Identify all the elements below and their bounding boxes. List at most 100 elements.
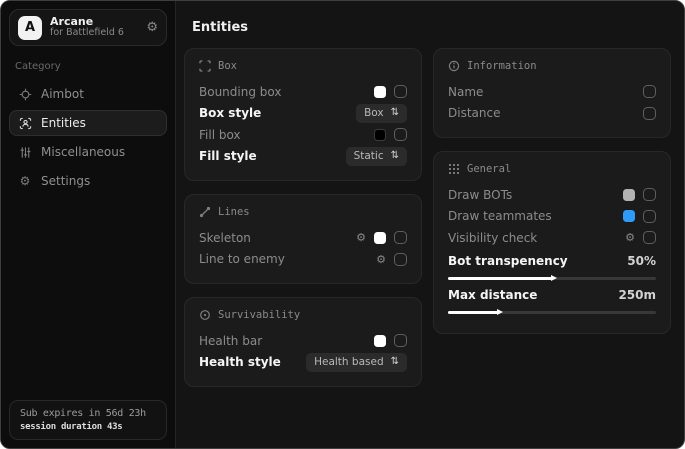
row-bot-transpenency: Bot transpenency 50% bbox=[448, 252, 656, 280]
row-label: Name bbox=[448, 85, 483, 99]
slider-fill bbox=[448, 311, 498, 314]
dropdown-box-style[interactable]: Box ⇅ bbox=[356, 104, 407, 123]
row-label: Distance bbox=[448, 106, 500, 120]
row-health-bar: Health bar bbox=[199, 330, 407, 352]
checkbox-visibility-check[interactable] bbox=[643, 231, 656, 244]
checkbox-draw-teammates[interactable] bbox=[643, 210, 656, 223]
color-swatch-skeleton[interactable] bbox=[374, 232, 386, 244]
panel-information: Information Name Distance bbox=[433, 48, 671, 138]
dropdown-fill-style[interactable]: Static ⇅ bbox=[346, 147, 407, 166]
dropdown-value: Static bbox=[354, 150, 384, 162]
row-controls bbox=[623, 210, 656, 223]
sidebar-item-label: Aimbot bbox=[41, 87, 84, 101]
sidebar-item-label: Miscellaneous bbox=[41, 145, 125, 159]
row-label: Bounding box bbox=[199, 85, 281, 99]
panel-title: Survivability bbox=[218, 309, 300, 321]
row-controls: Box ⇅ bbox=[356, 104, 407, 123]
updown-icon: ⇅ bbox=[391, 357, 399, 367]
row-label: Bot transpenency bbox=[448, 254, 568, 268]
row-controls: ⚙ bbox=[376, 253, 407, 266]
sidebar-item-entities[interactable]: Entities bbox=[9, 110, 167, 136]
row-label: Draw teammates bbox=[448, 209, 552, 223]
row-fill-box: Fill box bbox=[199, 124, 407, 146]
panel-header: General bbox=[448, 163, 656, 175]
row-max-distance: Max distance250m bbox=[448, 286, 656, 314]
row-label: Max distance bbox=[448, 288, 537, 302]
row-controls bbox=[374, 334, 407, 347]
sub-expiry-text: Sub expires in 56d 23h bbox=[20, 408, 156, 419]
row-distance: Distance bbox=[448, 103, 656, 125]
row-health-style: Health styleHealth based⇅ bbox=[199, 352, 407, 374]
row-visibility-check: Visibility check⚙ bbox=[448, 227, 656, 249]
gear-icon[interactable]: ⚙ bbox=[625, 232, 635, 243]
panel-lines: Lines Skeleton ⚙ Line to enemy ⚙ bbox=[184, 194, 422, 284]
panel-title: Information bbox=[467, 60, 537, 72]
category-label: Category bbox=[15, 61, 161, 72]
left-column: BoxBounding boxBox styleBox⇅Fill boxFill… bbox=[184, 48, 422, 387]
sidebar: A Arcane for Battlefield 6 ⚙ Category Ai… bbox=[1, 1, 176, 448]
dropdown-value: Box bbox=[364, 107, 384, 119]
color-swatch-draw-bots[interactable] bbox=[623, 189, 635, 201]
app-subtitle: for Battlefield 6 bbox=[50, 28, 138, 39]
row-label: Fill style bbox=[199, 149, 257, 163]
checkbox-bounding-box[interactable] bbox=[394, 85, 407, 98]
row-skeleton: Skeleton ⚙ bbox=[199, 227, 407, 249]
app-window: A Arcane for Battlefield 6 ⚙ Category Ai… bbox=[0, 0, 685, 449]
app-settings-gear-icon[interactable]: ⚙ bbox=[146, 20, 158, 35]
sliders-icon bbox=[18, 145, 32, 159]
gear-icon[interactable]: ⚙ bbox=[356, 232, 366, 243]
row-label: Skeleton bbox=[199, 231, 251, 245]
main-content: Entities BoxBounding boxBox styleBox⇅Fil… bbox=[176, 1, 684, 448]
panel-general: General Draw BOTs Draw teammates Visibility… bbox=[433, 151, 671, 334]
slider-value-bot-transpenency: 50% bbox=[627, 254, 656, 268]
row-bounding-box: Bounding box bbox=[199, 81, 407, 103]
color-swatch-fill-box[interactable] bbox=[374, 129, 386, 141]
row-controls bbox=[643, 107, 656, 120]
color-swatch-draw-teammates[interactable] bbox=[623, 210, 635, 222]
crosshair-icon bbox=[18, 87, 32, 101]
page-title: Entities bbox=[192, 20, 671, 35]
row-box-style: Box styleBox⇅ bbox=[199, 103, 407, 125]
slider-fill bbox=[448, 277, 552, 280]
color-swatch-health-bar[interactable] bbox=[374, 335, 386, 347]
checkbox-skeleton[interactable] bbox=[394, 231, 407, 244]
updown-icon: ⇅ bbox=[391, 108, 399, 118]
sidebar-item-aimbot[interactable]: Aimbot bbox=[9, 81, 167, 107]
app-logo-avatar: A bbox=[18, 16, 42, 40]
panel-header: Lines bbox=[199, 206, 407, 218]
checkbox-fill-box[interactable] bbox=[394, 128, 407, 141]
dropdown-value: Health based bbox=[314, 356, 384, 368]
checkbox-distance[interactable] bbox=[643, 107, 656, 120]
sidebar-item-label: Settings bbox=[41, 174, 90, 188]
target-icon bbox=[199, 309, 211, 321]
panel-columns: BoxBounding boxBox styleBox⇅Fill boxFill… bbox=[184, 48, 671, 387]
row-controls bbox=[374, 128, 407, 141]
entities-icon bbox=[18, 116, 32, 130]
panel-title: Box bbox=[218, 60, 237, 72]
panel-survivability: SurvivabilityHealth barHealth styleHealt… bbox=[184, 297, 422, 387]
slider-max-distance[interactable] bbox=[448, 311, 656, 314]
slider-bot-transpenency[interactable] bbox=[448, 277, 656, 280]
panel-title: General bbox=[467, 163, 511, 175]
sidebar-item-settings[interactable]: ⚙Settings bbox=[9, 168, 167, 194]
sidebar-item-miscellaneous[interactable]: Miscellaneous bbox=[9, 139, 167, 165]
row-label: Health bar bbox=[199, 334, 262, 348]
updown-icon: ⇅ bbox=[391, 151, 399, 161]
row-controls bbox=[623, 188, 656, 201]
row-controls bbox=[374, 85, 407, 98]
checkbox-line-to-enemy[interactable] bbox=[394, 253, 407, 266]
color-swatch-bounding-box[interactable] bbox=[374, 86, 386, 98]
checkbox-draw-bots[interactable] bbox=[643, 188, 656, 201]
row-controls: Health based ⇅ bbox=[306, 353, 407, 372]
row-label: Draw BOTs bbox=[448, 188, 512, 202]
line-icon bbox=[199, 206, 211, 218]
checkbox-name[interactable] bbox=[643, 85, 656, 98]
row-controls: ⚙ bbox=[625, 231, 656, 244]
gear-icon[interactable]: ⚙ bbox=[376, 254, 386, 265]
dropdown-health-style[interactable]: Health based ⇅ bbox=[306, 353, 407, 372]
app-header-card: A Arcane for Battlefield 6 ⚙ bbox=[9, 9, 167, 46]
row-label: Line to enemy bbox=[199, 252, 285, 266]
row-controls: ⚙ bbox=[356, 231, 407, 244]
checkbox-health-bar[interactable] bbox=[394, 334, 407, 347]
panel-box: BoxBounding boxBox styleBox⇅Fill boxFill… bbox=[184, 48, 422, 181]
